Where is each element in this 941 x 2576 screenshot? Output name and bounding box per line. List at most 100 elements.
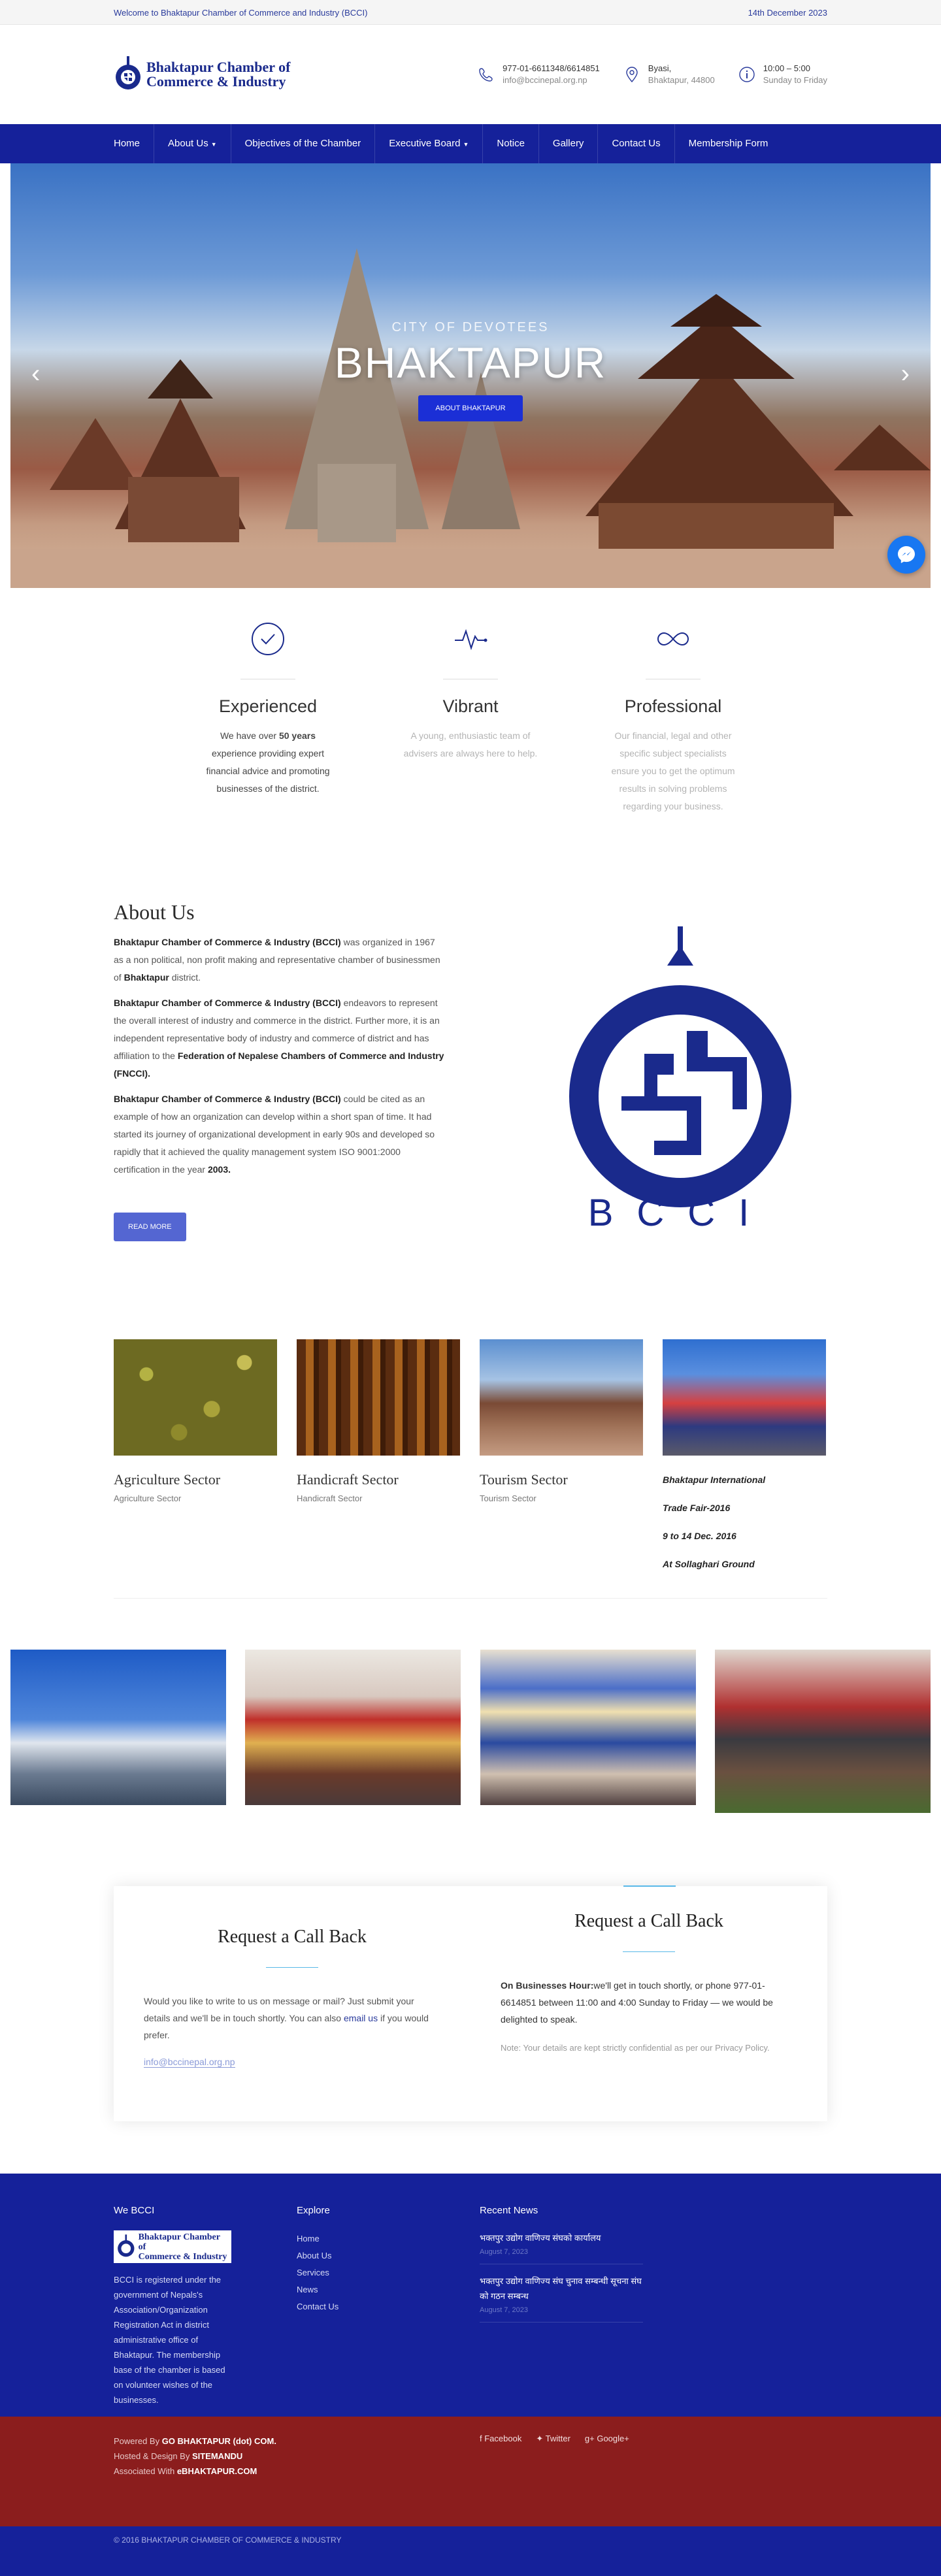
- about-section: About Us Bhaktapur Chamber of Commerce &…: [0, 855, 941, 1280]
- nav-executive-board[interactable]: Executive Board ▼: [375, 124, 482, 164]
- hours-block: 10:00 – 5:00 Sunday to Friday: [738, 63, 827, 86]
- contact-email-link[interactable]: info@bccinepal.org.np: [144, 2057, 235, 2068]
- emblem-letters: BCCI: [588, 1192, 773, 1233]
- news-headline[interactable]: भक्तपुर उद्योग वाणिज्य संघ चुनाव सम्बन्ध…: [480, 2274, 643, 2304]
- footer-link[interactable]: About Us: [297, 2247, 480, 2264]
- footer-link[interactable]: News: [297, 2281, 480, 2298]
- hosted-by: Hosted & Design By SITEMANDU: [114, 2451, 243, 2461]
- hours-line-1: 10:00 – 5:00: [763, 63, 811, 73]
- footer-logo[interactable]: Bhaktapur Chamber of Commerce & Industry: [114, 2230, 231, 2263]
- address-line-1: Byasi,: [648, 63, 672, 73]
- site-logo[interactable]: Bhaktapur Chamber of Commerce & Industry: [114, 55, 290, 94]
- privacy-note: Note: Your details are kept strictly con…: [501, 2043, 770, 2053]
- hero-slider[interactable]: ‹ › CITY OF DEVOTEES BHAKTAPUR ABOUT BHA…: [10, 163, 931, 588]
- powered-by: Powered By GO BHAKTAPUR (dot) COM.: [114, 2436, 276, 2446]
- trade-fair-text: Bhaktapur International Trade Fair-2016 …: [663, 1475, 766, 1569]
- bcci-large-emblem: BCCI: [533, 900, 827, 1240]
- logo-line-1: Bhaktapur Chamber of: [146, 59, 291, 75]
- gallery-image[interactable]: [245, 1650, 461, 1805]
- news-date: August 7, 2023: [480, 2248, 529, 2256]
- copyright-text: © 2016 BHAKTAPUR CHAMBER OF COMMERCE & I…: [114, 2535, 342, 2545]
- footer-about-text: BCCI is registered under the government …: [114, 2275, 225, 2405]
- footer-link[interactable]: Contact Us: [297, 2298, 480, 2315]
- request-title-left: Request a Call Back: [218, 1927, 367, 1947]
- footer-col-title: Recent News: [480, 2205, 538, 2216]
- google-plus-icon: g+: [584, 2434, 597, 2443]
- sector-agriculture[interactable]: Agriculture Sector Agriculture Sector: [114, 1339, 277, 1578]
- gallery-image[interactable]: [714, 1650, 931, 1813]
- info-icon: [739, 67, 755, 82]
- photo-gallery: [0, 1638, 941, 1827]
- email-address[interactable]: info@bccinepal.org.np: [503, 74, 600, 86]
- read-more-button[interactable]: READ MORE: [114, 1213, 186, 1241]
- sectors-section: Agriculture Sector Agriculture Sector Ha…: [0, 1280, 941, 1638]
- title-underline: [623, 1951, 675, 1952]
- nav-executive-board-label: Executive Board: [389, 137, 461, 149]
- nav-notice[interactable]: Notice: [483, 124, 538, 163]
- sector-title: Tourism Sector: [480, 1471, 568, 1488]
- caret-down-icon: ▼: [463, 140, 469, 148]
- footer-credits-bar: Powered By GO BHAKTAPUR (dot) COM. Hoste…: [0, 2417, 941, 2526]
- about-bhaktapur-button[interactable]: ABOUT BHAKTAPUR: [418, 395, 523, 421]
- nav-home[interactable]: Home: [114, 124, 154, 163]
- nav-contact-us[interactable]: Contact Us: [598, 124, 674, 163]
- news-item[interactable]: भक्तपुर उद्योग वाणिज्य संघको कार्यालय Au…: [480, 2230, 643, 2264]
- about-paragraph-1: Bhaktapur Chamber of Commerce & Industry…: [114, 937, 440, 983]
- social-links: f Facebook ✦ Twitter g+ Google+: [480, 2434, 629, 2479]
- news-item[interactable]: भक्तपुर उद्योग वाणिज्य संघ चुनाव सम्बन्ध…: [480, 2274, 643, 2323]
- trade-fair[interactable]: Bhaktapur International Trade Fair-2016 …: [663, 1339, 826, 1578]
- feature-text: A young, enthusiastic team of advisers a…: [403, 730, 538, 758]
- phone-block: 977-01-6611348/6614851 info@bccinepal.or…: [478, 63, 600, 86]
- main-navigation: Home About Us ▼ Objectives of the Chamber…: [0, 124, 941, 163]
- feature-vibrant: Vibrant A young, enthusiastic team of ad…: [376, 621, 565, 815]
- news-headline[interactable]: भक्तपुर उद्योग वाणिज्य संघको कार्यालय: [480, 2230, 643, 2245]
- hero-caption: CITY OF DEVOTEES BHAKTAPUR ABOUT BHAKTAP…: [10, 320, 931, 421]
- trade-fair-image: [663, 1339, 826, 1456]
- gallery-image[interactable]: [10, 1650, 226, 1805]
- request-title-right: Request a Call Back: [574, 1911, 723, 1931]
- copyright-bar: © 2016 BHAKTAPUR CHAMBER OF COMMERCE & I…: [0, 2526, 941, 2576]
- hours-line-2: Sunday to Friday: [763, 75, 827, 85]
- bcci-emblem-icon: [118, 2234, 135, 2257]
- twitter-icon: ✦: [536, 2434, 546, 2443]
- nav-objectives[interactable]: Objectives of the Chamber: [231, 124, 375, 163]
- about-title: About Us: [114, 900, 195, 924]
- nav-about-us[interactable]: About Us ▼: [154, 124, 231, 164]
- sector-tourism[interactable]: Tourism Sector Tourism Sector: [480, 1339, 643, 1578]
- infinity-icon: [657, 632, 689, 646]
- facebook-link[interactable]: f Facebook: [480, 2434, 521, 2479]
- hero-subtitle: CITY OF DEVOTEES: [391, 320, 550, 334]
- pulse-icon: [455, 628, 487, 651]
- news-date: August 7, 2023: [480, 2306, 529, 2314]
- section-divider: [114, 1598, 827, 1599]
- feature-professional: Professional Our financial, legal and ot…: [578, 621, 768, 815]
- nav-gallery[interactable]: Gallery: [539, 124, 598, 163]
- site-footer: We BCCI Bhaktapur Chamber of Commerce & I…: [0, 2174, 941, 2417]
- sector-caption: Tourism Sector: [480, 1493, 537, 1503]
- footer-link[interactable]: Services: [297, 2264, 480, 2281]
- footer-link[interactable]: Home: [297, 2230, 480, 2247]
- feature-title: Vibrant: [442, 696, 499, 716]
- messenger-chat-button[interactable]: [887, 536, 925, 574]
- sector-caption: Agriculture Sector: [114, 1493, 182, 1503]
- gallery-image[interactable]: [480, 1650, 696, 1805]
- footer-col-title: We BCCI: [114, 2205, 155, 2216]
- google-plus-link[interactable]: g+ Google+: [585, 2434, 629, 2479]
- address-line-2: Bhaktapur, 44800: [648, 75, 715, 85]
- current-date: 14th December 2023: [748, 7, 827, 18]
- logo-line-2: Commerce & Industry: [146, 73, 286, 90]
- business-hours-text: On Businesses Hour:we'll get in touch sh…: [501, 1980, 773, 2025]
- sector-handicraft[interactable]: Handicraft Sector Handicraft Sector: [297, 1339, 460, 1578]
- about-paragraph-3: Bhaktapur Chamber of Commerce & Industry…: [114, 1094, 435, 1175]
- nav-membership-form[interactable]: Membership Form: [675, 124, 782, 163]
- caret-down-icon: ▼: [210, 140, 217, 148]
- feature-experienced: Experienced We have over 50 years experi…: [173, 621, 363, 815]
- email-us-link[interactable]: email us: [344, 2013, 378, 2023]
- top-bar: Welcome to Bhaktapur Chamber of Commerce…: [0, 0, 941, 25]
- tourism-image: [480, 1339, 643, 1456]
- welcome-text: Welcome to Bhaktapur Chamber of Commerce…: [114, 7, 368, 18]
- phone-number: 977-01-6611348/6614851: [503, 63, 600, 73]
- feature-title: Experienced: [218, 696, 318, 716]
- check-circle-icon: [252, 623, 284, 655]
- twitter-link[interactable]: ✦ Twitter: [536, 2434, 570, 2479]
